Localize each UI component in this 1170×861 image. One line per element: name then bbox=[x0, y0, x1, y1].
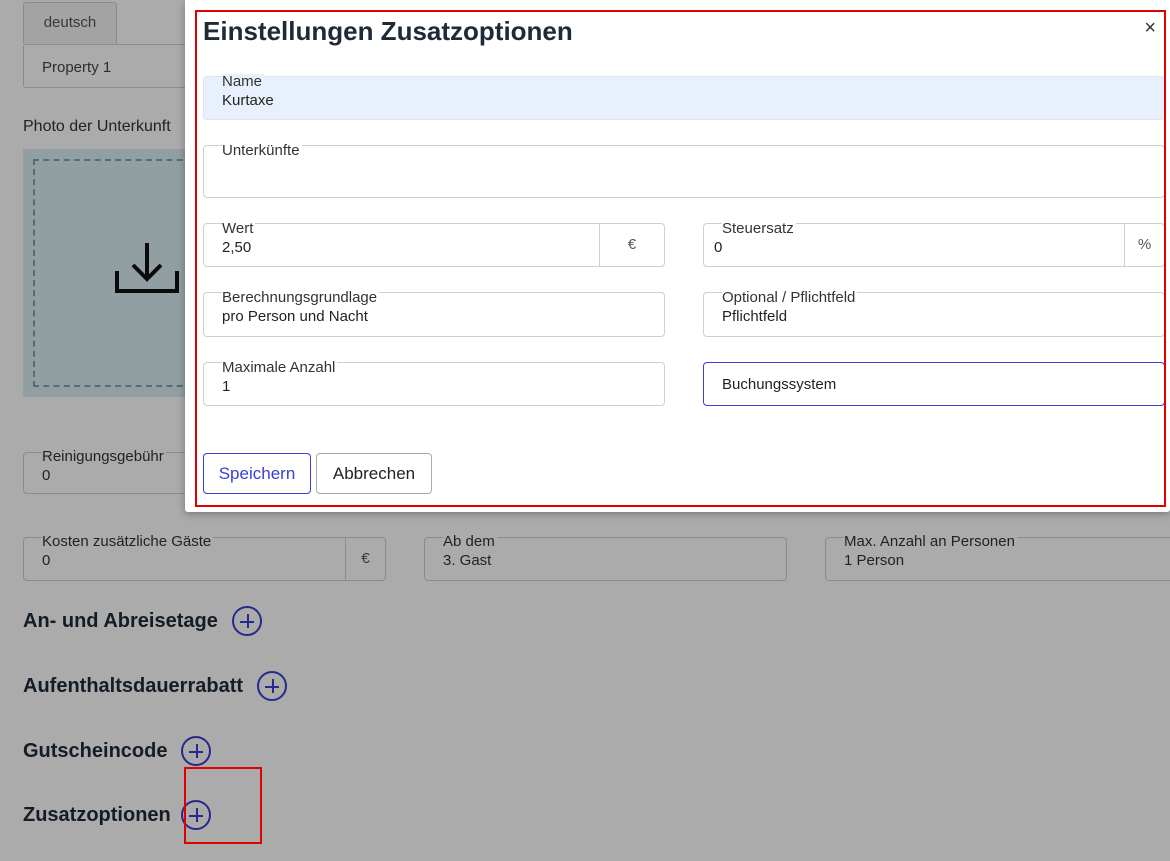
highlight-frame-add-button bbox=[184, 767, 262, 844]
highlight-frame-dialog bbox=[195, 10, 1166, 507]
